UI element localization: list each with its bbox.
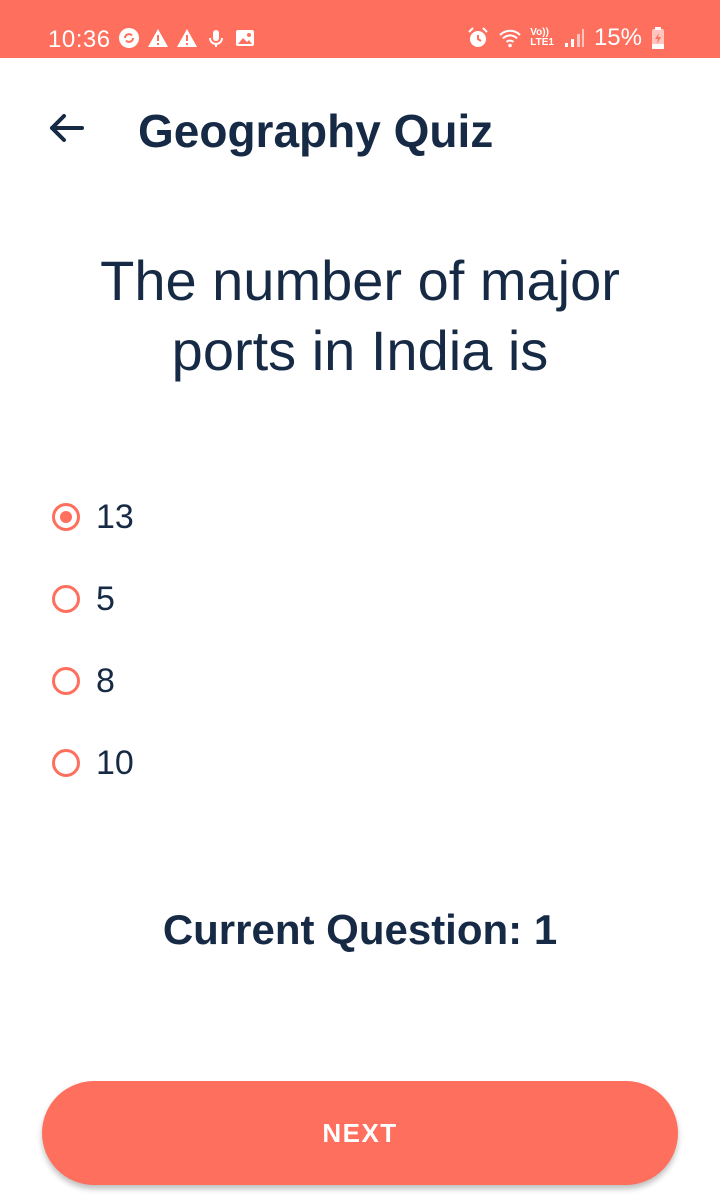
battery-percentage: 15% (593, 24, 642, 51)
alarm-icon (466, 26, 490, 50)
next-button[interactable]: NEXT (42, 1081, 678, 1185)
question-text: The number of major ports in India is (100, 249, 620, 382)
current-question-label: Current Question: 1 (162, 906, 558, 953)
arrow-left-icon (50, 114, 84, 142)
app-bar: Geography Quiz (0, 58, 720, 206)
radio-unselected-icon[interactable] (52, 667, 80, 695)
status-bar: 10:36 Vo)) LTE1 15% (0, 0, 720, 58)
page-title: Geography Quiz (138, 105, 494, 157)
warning-icon (176, 27, 198, 49)
mic-icon (205, 27, 227, 49)
signal-icon (562, 26, 586, 50)
volte-bottom-label: LTE1 (530, 37, 554, 48)
option-label: 8 (96, 661, 115, 700)
radio-unselected-icon[interactable] (52, 585, 80, 613)
option-10[interactable]: 10 (52, 722, 134, 804)
image-icon (234, 27, 256, 49)
option-8[interactable]: 8 (52, 640, 134, 722)
status-left-icons (118, 27, 256, 49)
option-label: 5 (96, 579, 115, 618)
option-label: 13 (96, 497, 134, 536)
back-button[interactable] (44, 106, 88, 150)
status-right-icons: Vo)) LTE1 15% (466, 24, 674, 52)
option-5[interactable]: 5 (52, 558, 134, 640)
status-time: 10:36 (48, 26, 111, 53)
volte-indicator: Vo)) LTE1 (530, 28, 554, 48)
radio-unselected-icon[interactable] (52, 749, 80, 777)
radio-selected-icon[interactable] (52, 503, 80, 531)
battery-icon (650, 26, 674, 50)
option-label: 10 (96, 743, 134, 782)
warning-icon (147, 27, 169, 49)
option-13[interactable]: 13 (52, 476, 134, 558)
sync-icon (118, 27, 140, 49)
options-radio-group: 13 5 8 10 (52, 476, 134, 804)
wifi-icon (498, 26, 522, 50)
